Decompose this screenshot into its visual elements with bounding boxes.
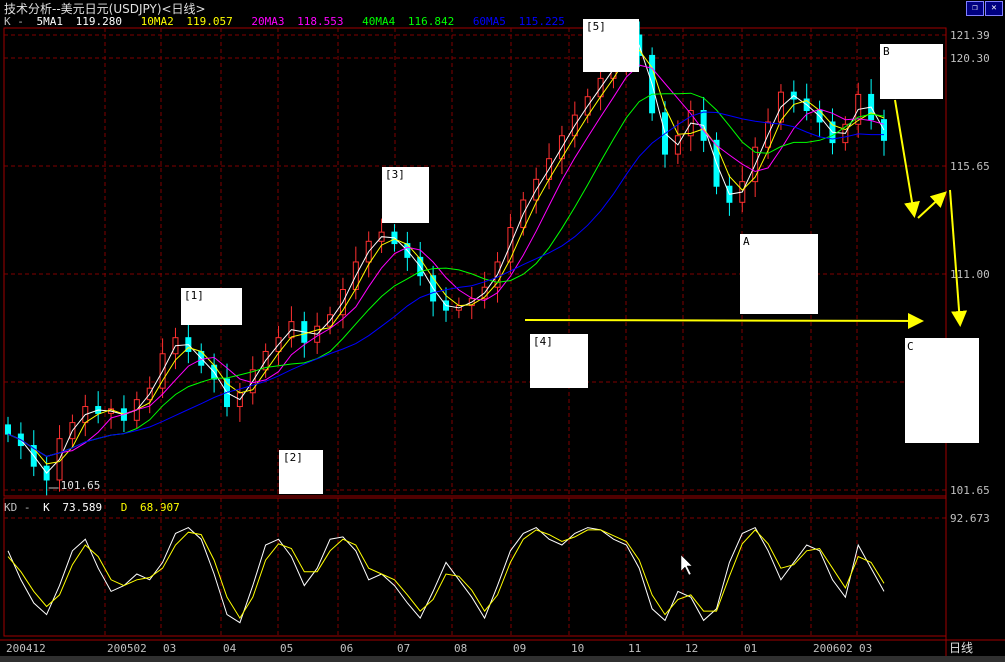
annotation-label-4: [4] xyxy=(533,335,553,348)
arrow-up xyxy=(917,191,947,219)
y-tick-label: 101.65 xyxy=(950,484,990,497)
y-tick-label: 115.65 xyxy=(950,160,990,173)
kd-tick-label: 92.673 xyxy=(950,512,990,525)
x-tick-label: 05 xyxy=(280,642,293,655)
x-tick-label: 12 xyxy=(685,642,698,655)
x-tick-label: 200602 xyxy=(813,642,853,655)
annotation-label-1: [1] xyxy=(184,289,204,302)
annotation-label-a: A xyxy=(743,235,750,248)
x-tick-label: 04 xyxy=(223,642,237,655)
price-chart[interactable]: 121.39120.30115.65111.005101.6592.673200… xyxy=(0,0,1005,662)
x-tick-label: 11 xyxy=(628,642,641,655)
annotation-label-2: [2] xyxy=(283,451,303,464)
annotation-box-a xyxy=(740,234,818,314)
y-tick-label: 120.30 xyxy=(950,52,990,65)
arrow-down-c xyxy=(949,189,968,327)
x-tick-label: 08 xyxy=(454,642,467,655)
annotation-label-5: [5] xyxy=(586,20,606,33)
annotation-box-c xyxy=(905,338,979,443)
annotation-label-3: [3] xyxy=(385,168,405,181)
annotation-label-c: C xyxy=(907,340,914,353)
annotation-label-b: B xyxy=(883,45,890,58)
kd-line-k xyxy=(7,526,885,624)
status-bar xyxy=(0,656,1005,662)
x-tick-label: 200502 xyxy=(107,642,147,655)
period-label[interactable]: 日线 xyxy=(949,639,973,656)
x-tick-label: 03 xyxy=(163,642,176,655)
x-tick-label: 10 xyxy=(571,642,584,655)
x-tick-label: 200412 xyxy=(6,642,46,655)
arrow-down-b xyxy=(894,99,920,218)
x-tick-label: 06 xyxy=(340,642,353,655)
x-tick-label: 07 xyxy=(397,642,410,655)
candle-body xyxy=(881,119,887,141)
x-tick-label: 09 xyxy=(513,642,526,655)
x-tick-label: 03 xyxy=(859,642,872,655)
kd-panel-frame xyxy=(3,497,947,637)
kd-line-d xyxy=(7,529,885,620)
y-tick-label: 121.39 xyxy=(950,29,990,42)
arrow-horizontal xyxy=(524,312,924,329)
candle-body xyxy=(5,424,11,435)
x-tick-label: 01 xyxy=(744,642,757,655)
low-label: 101.65 xyxy=(61,479,101,492)
